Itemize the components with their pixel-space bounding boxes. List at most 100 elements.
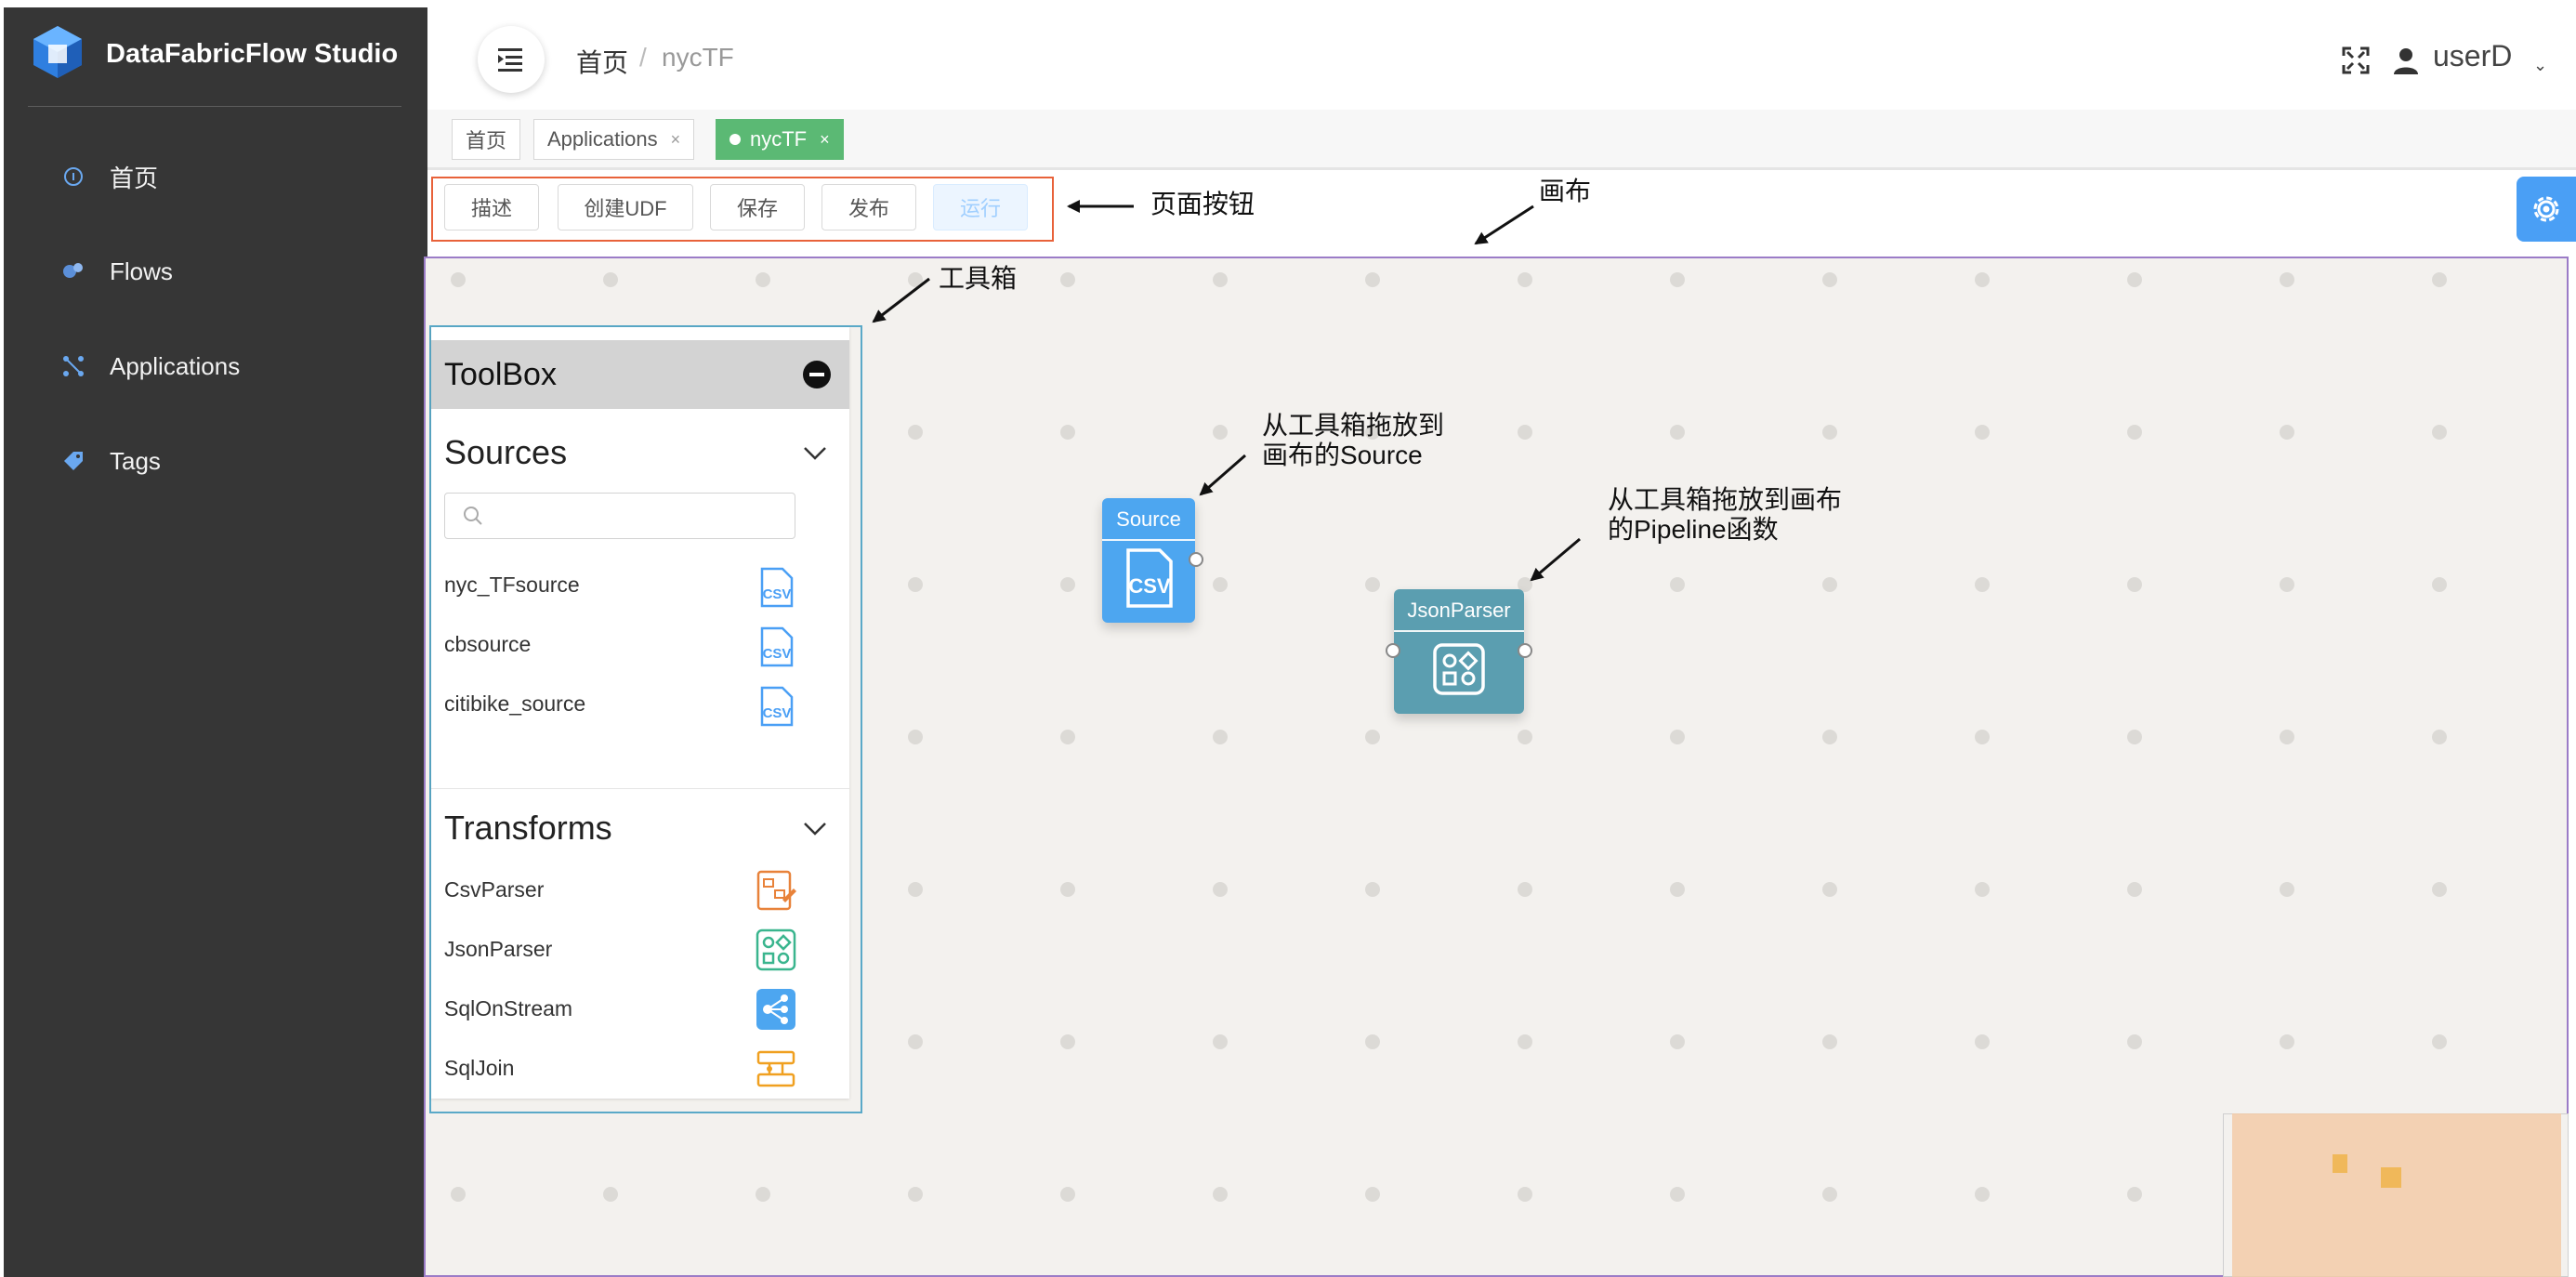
grid-dot bbox=[1213, 882, 1228, 897]
grid-dot bbox=[1975, 425, 1990, 440]
describe-button[interactable]: 描述 bbox=[444, 184, 539, 230]
tab-nyctf[interactable]: nycTF × bbox=[716, 119, 844, 160]
chevron-down-icon[interactable] bbox=[801, 814, 829, 842]
grid-dot bbox=[1670, 1034, 1685, 1049]
collapse-toolbox-button[interactable] bbox=[803, 361, 831, 388]
minus-icon bbox=[809, 373, 824, 376]
sql-stream-icon[interactable] bbox=[755, 987, 797, 1032]
toolbox-item-cbsource[interactable]: cbsource bbox=[444, 632, 531, 657]
json-parser-icon[interactable] bbox=[755, 928, 797, 972]
fullscreen-icon[interactable] bbox=[2340, 45, 2372, 76]
toolbox-item-csvparser[interactable]: CsvParser bbox=[444, 877, 544, 902]
chevron-down-icon[interactable] bbox=[801, 439, 829, 467]
breadcrumb-separator: / bbox=[639, 43, 647, 72]
grid-dot bbox=[1060, 1034, 1075, 1049]
transforms-section-title[interactable]: Transforms bbox=[444, 809, 612, 848]
app-title: DataFabricFlow Studio bbox=[106, 39, 399, 69]
top-header bbox=[427, 7, 2576, 111]
grid-dot bbox=[1822, 1034, 1837, 1049]
toolbox-item-jsonparser[interactable]: JsonParser bbox=[444, 937, 552, 962]
grid-dot bbox=[1670, 882, 1685, 897]
source-output-port[interactable] bbox=[1189, 552, 1203, 567]
grid-dot bbox=[2280, 730, 2294, 744]
grid-dot bbox=[908, 882, 923, 897]
jsonparser-input-port[interactable] bbox=[1386, 643, 1400, 658]
section-divider bbox=[431, 788, 849, 789]
svg-text:CSV: CSV bbox=[763, 705, 792, 721]
grid-dot bbox=[1822, 730, 1837, 744]
menu-toggle-button[interactable] bbox=[478, 26, 545, 93]
close-icon[interactable]: × bbox=[671, 130, 681, 150]
minimap-node bbox=[2381, 1167, 2401, 1188]
grid-dot bbox=[2127, 577, 2142, 592]
grid-dot bbox=[1975, 1034, 1990, 1049]
menu-fold-icon bbox=[498, 48, 522, 72]
create-udf-button[interactable]: 创建UDF bbox=[558, 184, 693, 230]
grid-dot bbox=[2432, 272, 2447, 287]
user-name[interactable]: userD bbox=[2433, 39, 2512, 73]
tab-home[interactable]: 首页 bbox=[452, 119, 521, 160]
tab-label: 首页 bbox=[466, 129, 507, 152]
grid-dot bbox=[1365, 730, 1380, 744]
grid-dot bbox=[603, 1187, 618, 1202]
flows-icon bbox=[59, 257, 87, 285]
grid-dot bbox=[1213, 425, 1228, 440]
minimap-node bbox=[2333, 1154, 2347, 1173]
grid-dot bbox=[1670, 730, 1685, 744]
csv-icon[interactable]: CSV bbox=[755, 625, 797, 669]
sidebar-item-tags[interactable]: Tags bbox=[0, 433, 424, 489]
grid-dot bbox=[2280, 425, 2294, 440]
grid-dot bbox=[1822, 882, 1837, 897]
save-button[interactable]: 保存 bbox=[710, 184, 805, 230]
csv-icon[interactable]: CSV bbox=[755, 565, 797, 610]
sidebar-item-label: Flows bbox=[110, 257, 173, 285]
grid-dot bbox=[2432, 730, 2447, 744]
grid-dot bbox=[908, 577, 923, 592]
breadcrumb-home[interactable]: 首页 bbox=[576, 43, 628, 80]
grid-dot bbox=[1822, 577, 1837, 592]
toolbox-item-sqlonstream[interactable]: SqlOnStream bbox=[444, 996, 572, 1021]
source-node[interactable]: Source CSV bbox=[1102, 498, 1195, 623]
close-icon[interactable]: × bbox=[820, 130, 830, 150]
grid-dot bbox=[908, 1034, 923, 1049]
csv-icon[interactable]: CSV bbox=[755, 684, 797, 729]
grid-dot bbox=[1822, 272, 1837, 287]
node-title: Source bbox=[1116, 507, 1181, 531]
grid-dot bbox=[1060, 1187, 1075, 1202]
sidebar-item-home[interactable]: 首页 bbox=[0, 149, 424, 204]
settings-button[interactable] bbox=[2517, 177, 2576, 242]
annotation-drag-source-2: 画布的Source bbox=[1262, 441, 1423, 469]
toolbox-item-nyc-tfsource[interactable]: nyc_TFsource bbox=[444, 573, 580, 598]
grid-dot bbox=[2127, 1187, 2142, 1202]
toolbox-item-citibike-source[interactable]: citibike_source bbox=[444, 691, 585, 717]
applications-icon bbox=[59, 352, 87, 380]
toolbox-item-sqljoin[interactable]: SqlJoin bbox=[444, 1056, 514, 1081]
tab-applications[interactable]: Applications × bbox=[533, 119, 695, 160]
json-parser-icon bbox=[1433, 643, 1485, 695]
sources-section-title[interactable]: Sources bbox=[444, 433, 567, 472]
annotation-drag-pipeline-1: 从工具箱拖放到画布 bbox=[1608, 485, 1843, 514]
jsonparser-node[interactable]: JsonParser bbox=[1394, 589, 1524, 714]
grid-dot bbox=[2127, 730, 2142, 744]
annotation-page-buttons: 页面按钮 bbox=[1150, 190, 1255, 218]
grid-dot bbox=[2432, 882, 2447, 897]
grid-dot bbox=[1975, 577, 1990, 592]
annotation-drag-pipeline-2: 的Pipeline函数 bbox=[1608, 515, 1779, 544]
grid-dot bbox=[1975, 272, 1990, 287]
jsonparser-output-port[interactable] bbox=[1518, 643, 1532, 658]
csv-parser-icon[interactable] bbox=[755, 868, 797, 913]
run-button[interactable]: 运行 bbox=[933, 184, 1028, 230]
grid-dot bbox=[1365, 1187, 1380, 1202]
sidebar-item-applications[interactable]: Applications bbox=[0, 338, 424, 394]
sql-join-icon[interactable] bbox=[755, 1047, 797, 1091]
grid-dot bbox=[1822, 1187, 1837, 1202]
grid-dot bbox=[1365, 1034, 1380, 1049]
caret-down-icon[interactable]: ⌄ bbox=[2533, 56, 2547, 75]
grid-dot bbox=[451, 272, 466, 287]
publish-button[interactable]: 发布 bbox=[821, 184, 916, 230]
sidebar-item-flows[interactable]: Flows bbox=[0, 244, 424, 299]
grid-dot bbox=[2432, 1034, 2447, 1049]
sources-search-input[interactable] bbox=[444, 493, 795, 539]
minimap-viewport[interactable] bbox=[2232, 1113, 2561, 1277]
svg-text:CSV: CSV bbox=[763, 586, 792, 602]
